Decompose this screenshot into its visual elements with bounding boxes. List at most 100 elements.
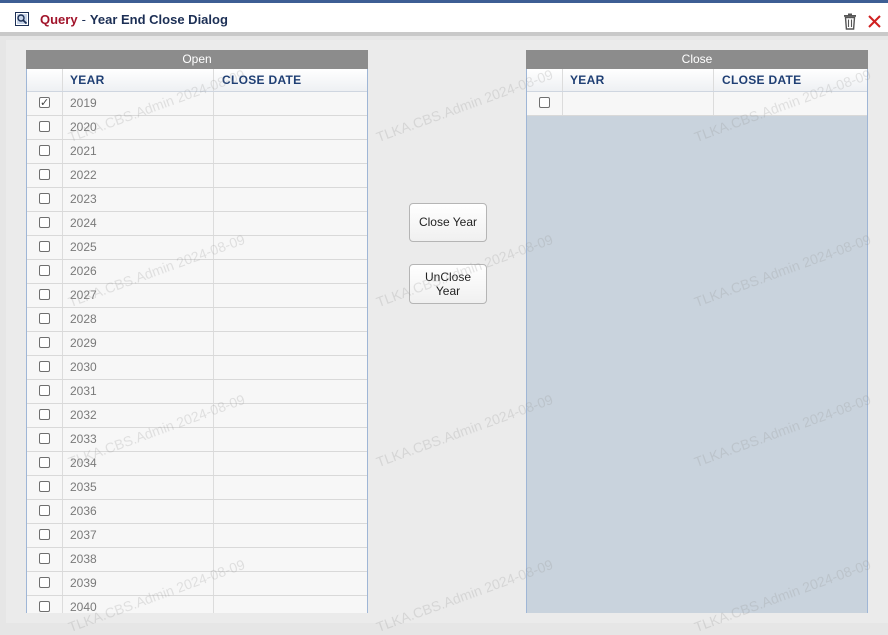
close-grid-rows bbox=[527, 92, 867, 116]
dialog-content: Open YEAR CLOSE DATE 2019202020212022202… bbox=[6, 40, 888, 635]
row-checkbox[interactable] bbox=[39, 169, 50, 180]
row-select-cell bbox=[27, 284, 63, 307]
unclose-year-label-line1: UnClose bbox=[424, 270, 472, 284]
row-select-cell bbox=[27, 212, 63, 235]
close-date-cell bbox=[214, 476, 367, 499]
table-row[interactable]: 2026 bbox=[27, 260, 367, 284]
table-row[interactable]: 2027 bbox=[27, 284, 367, 308]
row-select-cell bbox=[27, 500, 63, 523]
close-date-cell bbox=[214, 452, 367, 475]
year-cell: 2022 bbox=[63, 164, 214, 187]
row-checkbox[interactable] bbox=[39, 505, 50, 516]
unclose-year-button[interactable]: UnClose Year bbox=[409, 264, 487, 304]
close-date-cell bbox=[214, 92, 367, 115]
row-checkbox[interactable] bbox=[39, 217, 50, 228]
table-row[interactable]: 2038 bbox=[27, 548, 367, 572]
table-row[interactable]: 2022 bbox=[27, 164, 367, 188]
table-row[interactable]: 2023 bbox=[27, 188, 367, 212]
year-column-header[interactable]: YEAR bbox=[563, 69, 714, 91]
table-row[interactable]: 2030 bbox=[27, 356, 367, 380]
close-date-column-header[interactable]: CLOSE DATE bbox=[214, 69, 367, 91]
table-row[interactable]: 2032 bbox=[27, 404, 367, 428]
row-checkbox[interactable] bbox=[39, 97, 50, 108]
row-select-cell bbox=[27, 332, 63, 355]
close-date-cell bbox=[214, 548, 367, 571]
table-row[interactable]: 2040 bbox=[27, 596, 367, 613]
table-row[interactable]: 2024 bbox=[27, 212, 367, 236]
row-checkbox[interactable] bbox=[39, 409, 50, 420]
table-row[interactable]: 2029 bbox=[27, 332, 367, 356]
row-select-cell bbox=[27, 596, 63, 613]
table-row[interactable]: 2037 bbox=[27, 524, 367, 548]
table-row[interactable]: 2033 bbox=[27, 428, 367, 452]
open-grid-header: YEAR CLOSE DATE bbox=[27, 69, 367, 92]
close-date-cell bbox=[714, 92, 867, 115]
year-cell: 2024 bbox=[63, 212, 214, 235]
row-checkbox[interactable] bbox=[39, 457, 50, 468]
row-checkbox[interactable] bbox=[39, 337, 50, 348]
row-checkbox[interactable] bbox=[39, 481, 50, 492]
table-row[interactable] bbox=[527, 92, 867, 116]
title-label: Year End Close Dialog bbox=[89, 12, 228, 27]
row-checkbox[interactable] bbox=[39, 601, 50, 612]
table-row[interactable]: 2035 bbox=[27, 476, 367, 500]
close-date-cell bbox=[214, 500, 367, 523]
row-checkbox[interactable] bbox=[39, 193, 50, 204]
row-checkbox[interactable] bbox=[539, 97, 550, 108]
year-cell: 2019 bbox=[63, 92, 214, 115]
row-checkbox[interactable] bbox=[39, 361, 50, 372]
close-date-cell bbox=[214, 260, 367, 283]
close-date-cell bbox=[214, 596, 367, 613]
close-grid: YEAR CLOSE DATE bbox=[526, 69, 868, 613]
row-checkbox[interactable] bbox=[39, 265, 50, 276]
window-title: Query - Year End Close Dialog bbox=[40, 12, 228, 27]
select-column-header bbox=[27, 69, 63, 91]
close-date-column-header[interactable]: CLOSE DATE bbox=[714, 69, 867, 91]
year-cell: 2032 bbox=[63, 404, 214, 427]
table-row[interactable]: 2036 bbox=[27, 500, 367, 524]
row-checkbox[interactable] bbox=[39, 433, 50, 444]
year-cell: 2031 bbox=[63, 380, 214, 403]
row-checkbox[interactable] bbox=[39, 385, 50, 396]
row-checkbox[interactable] bbox=[39, 553, 50, 564]
year-cell: 2025 bbox=[63, 236, 214, 259]
row-checkbox[interactable] bbox=[39, 289, 50, 300]
row-select-cell bbox=[27, 548, 63, 571]
row-select-cell bbox=[27, 188, 63, 211]
table-row[interactable]: 2039 bbox=[27, 572, 367, 596]
close-icon[interactable] bbox=[867, 14, 882, 29]
table-row[interactable]: 2020 bbox=[27, 116, 367, 140]
unclose-year-label-line2: Year bbox=[435, 284, 461, 298]
row-checkbox[interactable] bbox=[39, 577, 50, 588]
close-date-cell bbox=[214, 332, 367, 355]
row-select-cell bbox=[27, 428, 63, 451]
close-date-cell bbox=[214, 380, 367, 403]
row-checkbox[interactable] bbox=[39, 121, 50, 132]
close-panel-header: Close bbox=[526, 50, 868, 69]
row-select-cell bbox=[27, 452, 63, 475]
table-row[interactable]: 2031 bbox=[27, 380, 367, 404]
table-row[interactable]: 2025 bbox=[27, 236, 367, 260]
year-cell: 2028 bbox=[63, 308, 214, 331]
year-cell: 2036 bbox=[63, 500, 214, 523]
title-prefix: Query bbox=[40, 12, 78, 27]
year-cell: 2033 bbox=[63, 428, 214, 451]
table-row[interactable]: 2028 bbox=[27, 308, 367, 332]
row-checkbox[interactable] bbox=[39, 529, 50, 540]
close-year-button[interactable]: Close Year bbox=[409, 203, 487, 242]
table-row[interactable]: 2021 bbox=[27, 140, 367, 164]
close-date-cell bbox=[214, 236, 367, 259]
year-column-header[interactable]: YEAR bbox=[63, 69, 214, 91]
row-checkbox[interactable] bbox=[39, 241, 50, 252]
close-panel: Close YEAR CLOSE DATE bbox=[526, 50, 868, 613]
row-checkbox[interactable] bbox=[39, 313, 50, 324]
row-select-cell bbox=[27, 404, 63, 427]
close-date-cell bbox=[214, 428, 367, 451]
table-row[interactable]: 2019 bbox=[27, 92, 367, 116]
trash-icon[interactable] bbox=[842, 13, 858, 30]
table-row[interactable]: 2034 bbox=[27, 452, 367, 476]
row-select-cell bbox=[27, 260, 63, 283]
year-cell: 2038 bbox=[63, 548, 214, 571]
row-select-cell bbox=[27, 356, 63, 379]
row-checkbox[interactable] bbox=[39, 145, 50, 156]
